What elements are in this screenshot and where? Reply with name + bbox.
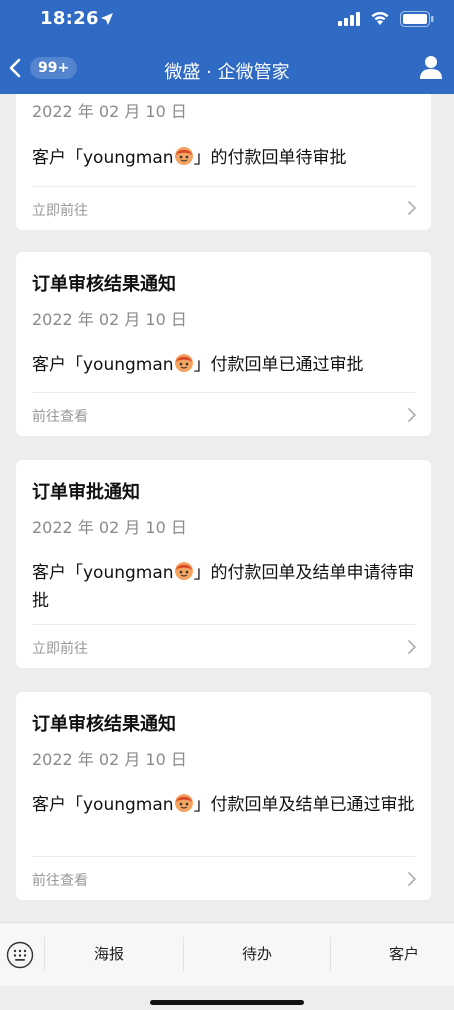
message-list[interactable]: 2022 年 02 月 10 日 客户「youngman 」的付款回单待审批 立即… bbox=[0, 94, 454, 922]
divider bbox=[32, 186, 415, 187]
card-date: 2022 年 02 月 10 日 bbox=[32, 518, 187, 537]
keyboard-icon[interactable] bbox=[6, 941, 34, 969]
notification-card: 订单审核结果通知 2022 年 02 月 10 日 客户「youngman 」付款… bbox=[16, 692, 431, 900]
separator bbox=[183, 937, 184, 971]
go-now-link[interactable]: 立即前往 bbox=[32, 200, 88, 220]
tab-todo[interactable]: 待办 bbox=[207, 943, 307, 964]
chevron-right-icon[interactable] bbox=[407, 871, 417, 887]
card-body: 客户「youngman 」付款回单已通过审批 bbox=[32, 354, 364, 375]
notification-card: 订单审批通知 2022 年 02 月 10 日 客户「youngman 」的付款回… bbox=[16, 460, 431, 668]
view-link[interactable]: 前往查看 bbox=[32, 406, 88, 426]
divider bbox=[32, 856, 415, 857]
avatar-emoji-icon bbox=[174, 147, 193, 165]
card-body: 客户「youngman 」付款回单及结单已通过审批 bbox=[32, 794, 415, 815]
tab-customer[interactable]: 客户 bbox=[354, 943, 454, 964]
card-body: 客户「youngman 」的付款回单及结单申请待审批 bbox=[32, 562, 415, 611]
avatar-emoji-icon bbox=[174, 794, 193, 812]
view-link[interactable]: 前往查看 bbox=[32, 870, 88, 890]
status-time: 18:26 bbox=[40, 8, 99, 29]
card-title: 订单审核结果通知 bbox=[32, 714, 176, 735]
separator bbox=[330, 937, 331, 971]
page-title: 微盛 · 企微管家 bbox=[164, 62, 290, 83]
signal-icon bbox=[338, 12, 360, 26]
notification-card: 订单审核结果通知 2022 年 02 月 10 日 客户「youngman 」付款… bbox=[16, 252, 431, 436]
avatar-emoji-icon bbox=[174, 354, 193, 372]
divider bbox=[32, 624, 415, 625]
location-arrow-icon bbox=[101, 13, 113, 25]
card-title: 订单审核结果通知 bbox=[32, 274, 176, 295]
avatar-emoji-icon bbox=[174, 562, 193, 580]
bottom-toolbar: 海报 待办 客户 bbox=[0, 922, 454, 986]
battery-icon bbox=[400, 11, 434, 27]
card-date: 2022 年 02 月 10 日 bbox=[32, 750, 187, 769]
separator bbox=[44, 937, 45, 971]
notification-card: 2022 年 02 月 10 日 客户「youngman 」的付款回单待审批 立即… bbox=[16, 94, 431, 230]
wifi-icon bbox=[371, 11, 389, 25]
status-bar: 18:26 bbox=[0, 0, 454, 42]
chevron-right-icon[interactable] bbox=[407, 407, 417, 423]
go-now-link[interactable]: 立即前往 bbox=[32, 638, 88, 658]
card-title: 订单审批通知 bbox=[32, 482, 140, 503]
profile-icon[interactable] bbox=[418, 54, 444, 80]
tab-poster[interactable]: 海报 bbox=[59, 943, 159, 964]
top-bar: 18:26 99+ 微盛 · 企微管家 bbox=[0, 0, 454, 94]
chevron-right-icon[interactable] bbox=[407, 200, 417, 216]
card-date: 2022 年 02 月 10 日 bbox=[32, 102, 187, 121]
card-date: 2022 年 02 月 10 日 bbox=[32, 310, 187, 329]
nav-bar: 99+ 微盛 · 企微管家 bbox=[0, 46, 454, 94]
divider bbox=[32, 392, 415, 393]
home-indicator[interactable] bbox=[150, 1000, 304, 1005]
card-body: 客户「youngman 」的付款回单待审批 bbox=[32, 147, 347, 168]
chevron-right-icon[interactable] bbox=[407, 639, 417, 655]
